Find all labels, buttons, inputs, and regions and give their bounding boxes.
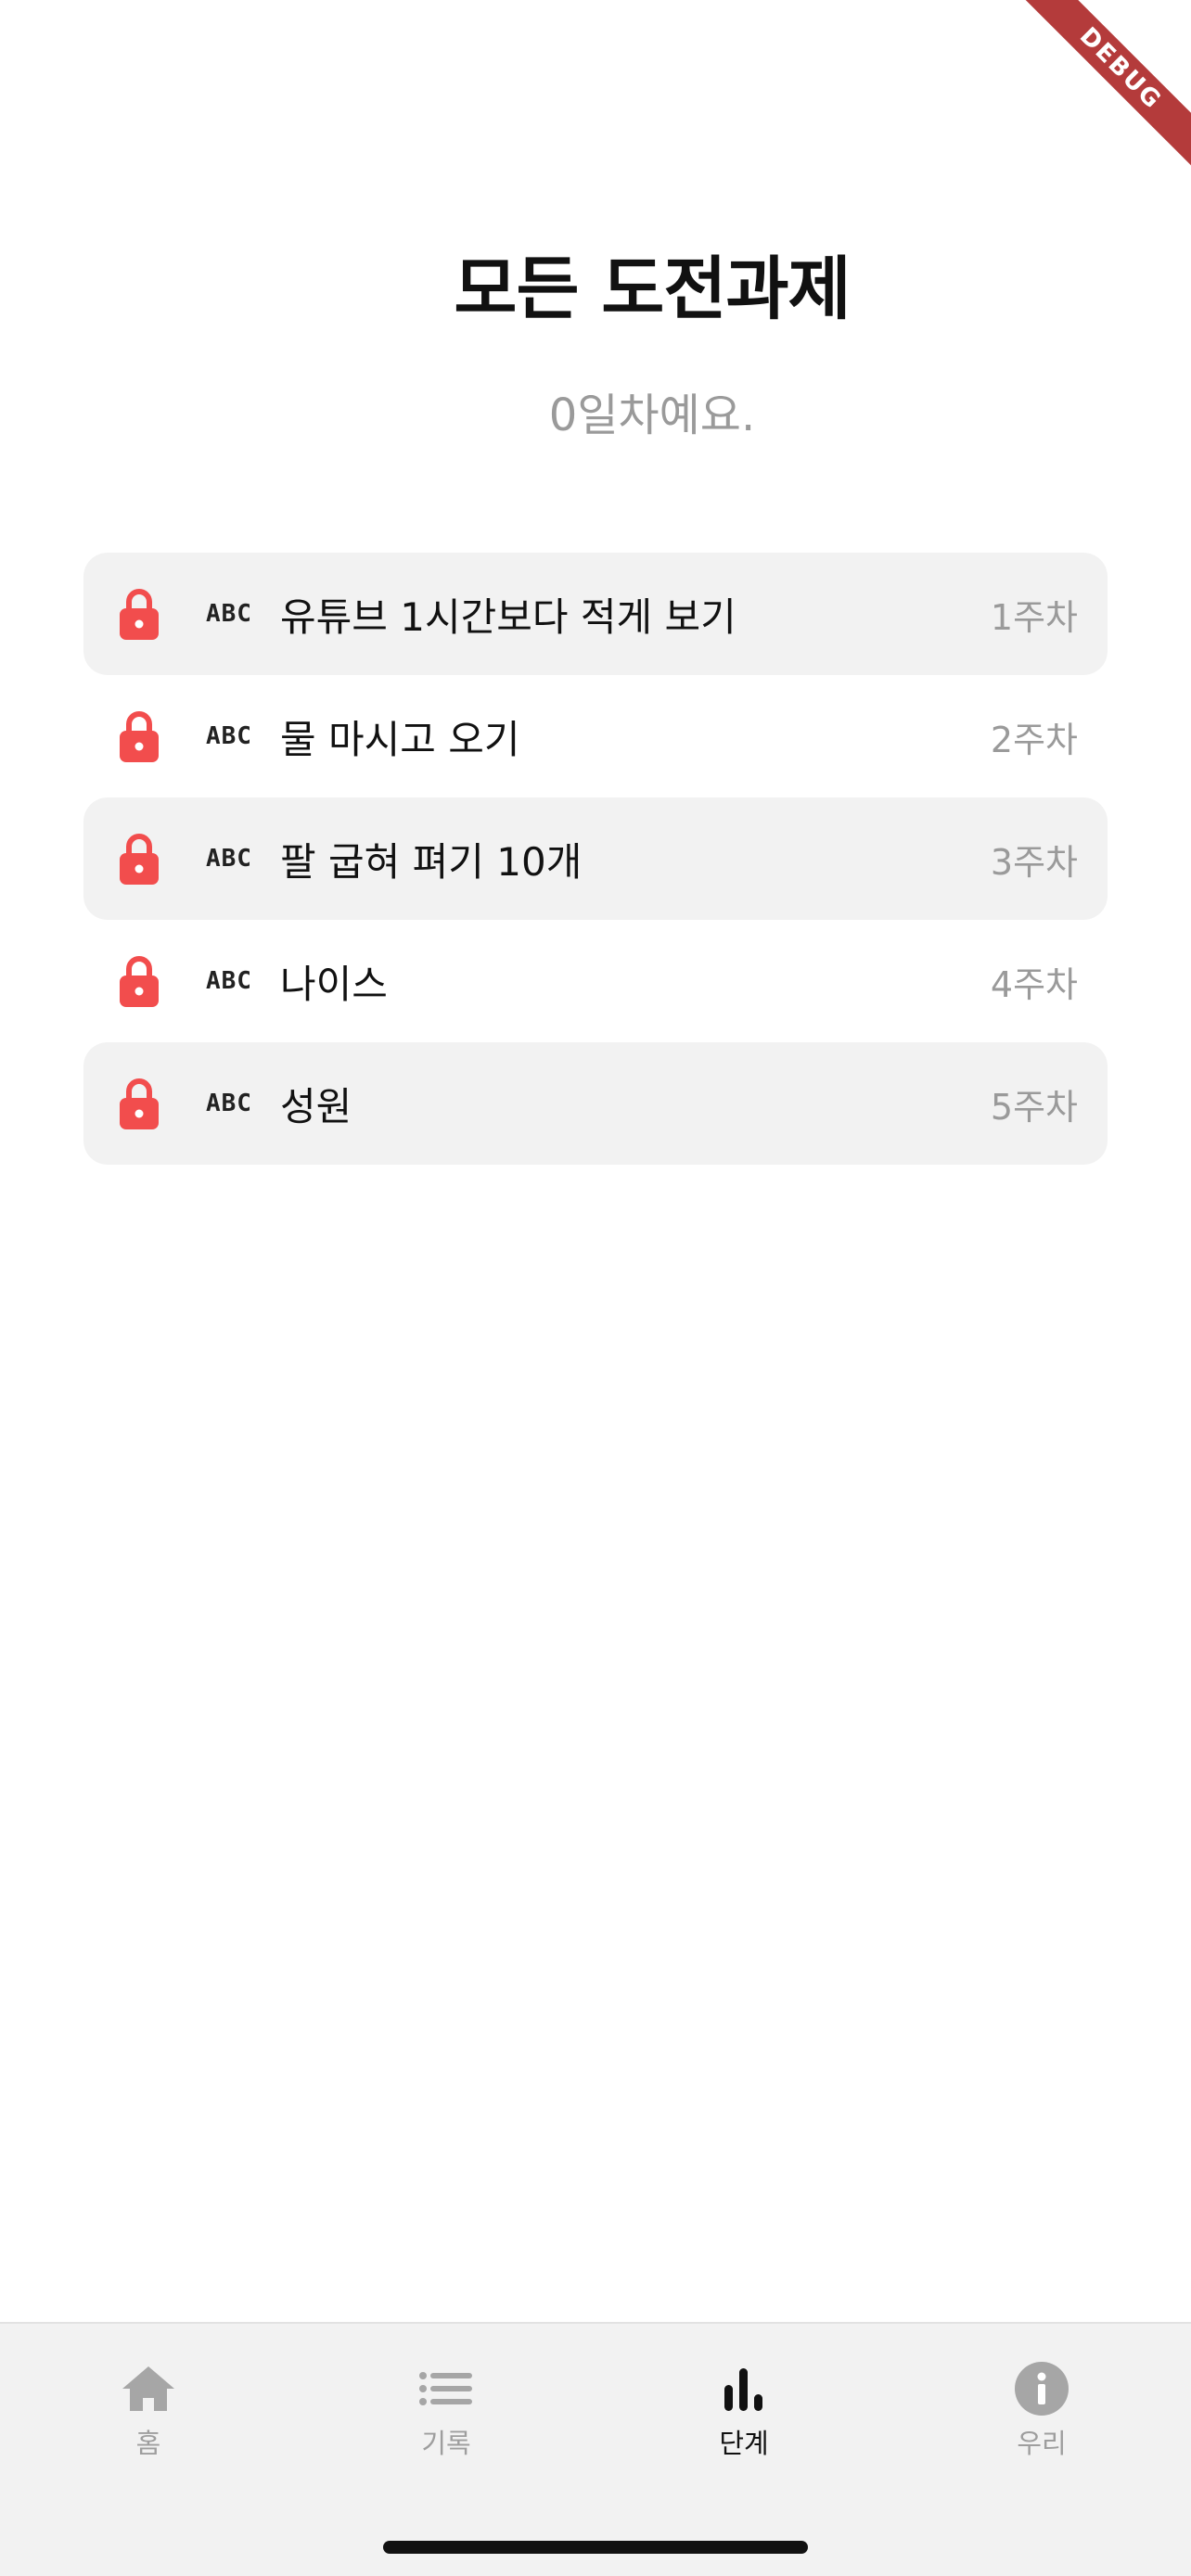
challenge-row[interactable]: ABC 나이스 4주차: [83, 920, 1108, 1042]
nav-item-home[interactable]: 홈: [74, 2361, 223, 2463]
challenge-row[interactable]: ABC 팔 굽혀 펴기 10개 3주차: [83, 797, 1108, 920]
nav-item-stages[interactable]: 단계: [670, 2361, 818, 2463]
lock-icon: [119, 832, 160, 886]
page-title: 모든 도전과제: [454, 249, 851, 329]
nav-label: 기록: [421, 2428, 471, 2459]
challenge-title: 유튜브 1시간보다 적게 보기: [280, 593, 736, 640]
abc-icon: ABC: [206, 967, 252, 995]
bottom-nav: 홈 기록 단계 우리: [0, 2322, 1191, 2576]
debug-banner: DEBUG: [1008, 0, 1191, 181]
lock-icon: [119, 709, 160, 763]
page-subtitle: 0일차예요.: [548, 389, 756, 441]
challenge-week: 2주차: [990, 719, 1078, 760]
nav-item-records[interactable]: 기록: [372, 2361, 520, 2463]
lock-icon: [119, 954, 160, 1008]
challenge-row[interactable]: ABC 물 마시고 오기 2주차: [83, 675, 1108, 797]
challenge-week: 1주차: [990, 596, 1078, 638]
bar-chart-icon: [716, 2361, 772, 2417]
challenge-title: 성원: [280, 1083, 352, 1129]
info-icon: [1014, 2361, 1069, 2417]
abc-icon: ABC: [206, 722, 252, 750]
nav-item-us[interactable]: 우리: [967, 2361, 1116, 2463]
abc-icon: ABC: [206, 1090, 252, 1117]
lock-icon: [119, 1077, 160, 1130]
challenge-title: 나이스: [280, 961, 388, 1007]
challenge-title: 물 마시고 오기: [280, 716, 520, 762]
abc-icon: ABC: [206, 845, 252, 873]
lock-icon: [119, 587, 160, 641]
home-icon: [121, 2361, 176, 2417]
list-icon: [418, 2361, 474, 2417]
challenge-title: 팔 굽혀 펴기 10개: [280, 838, 583, 885]
nav-label: 홈: [135, 2428, 161, 2459]
nav-label: 우리: [1017, 2428, 1067, 2459]
challenge-week: 5주차: [990, 1086, 1078, 1128]
challenge-list: ABC 유튜브 1시간보다 적게 보기 1주차 ABC 물 마시고 오기 2주차…: [83, 553, 1108, 1165]
abc-icon: ABC: [206, 600, 252, 628]
challenge-week: 3주차: [990, 841, 1078, 883]
home-indicator[interactable]: [383, 2541, 808, 2554]
challenge-row[interactable]: ABC 유튜브 1시간보다 적게 보기 1주차: [83, 553, 1108, 675]
challenge-row[interactable]: ABC 성원 5주차: [83, 1042, 1108, 1165]
challenge-week: 4주차: [990, 963, 1078, 1005]
nav-label: 단계: [719, 2428, 769, 2459]
